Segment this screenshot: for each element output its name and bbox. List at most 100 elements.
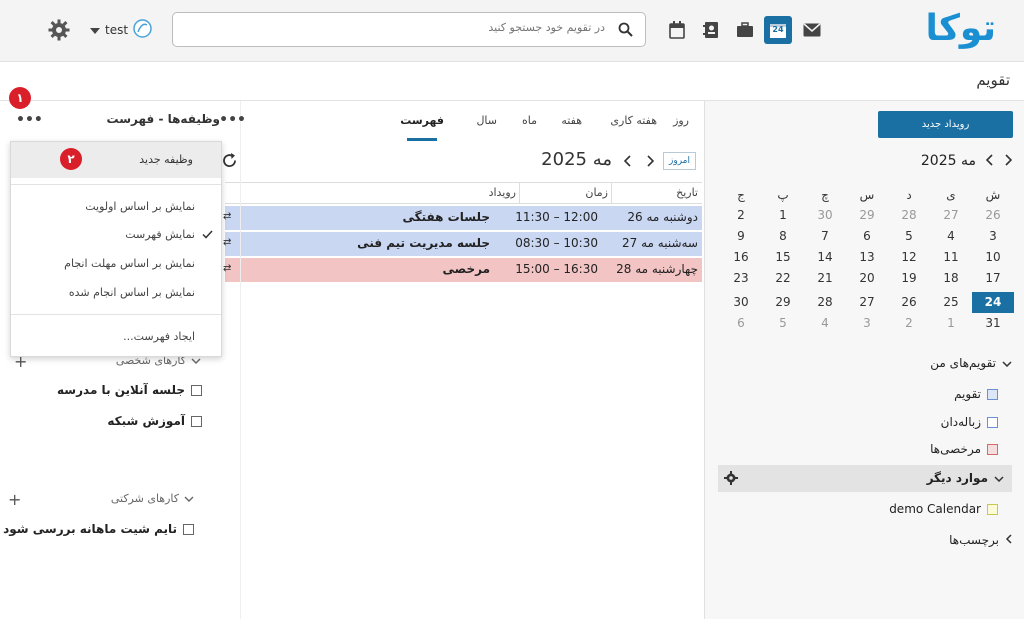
- day-cell[interactable]: 15: [762, 247, 804, 268]
- day-cell[interactable]: 12: [888, 247, 930, 268]
- next-period-icon[interactable]: [623, 155, 632, 170]
- search-input[interactable]: [185, 21, 605, 34]
- event-row[interactable]: سه‌شنبه مه 27 08:30 – 10:30 جلسه مدیریت …: [225, 232, 702, 256]
- briefcase-icon[interactable]: [731, 16, 759, 44]
- day-cell[interactable]: 16: [720, 247, 762, 268]
- tags-header[interactable]: برچسب‌ها: [949, 533, 1012, 547]
- my-calendars-header[interactable]: تقویم‌های من: [930, 356, 1012, 370]
- day-cell[interactable]: 5: [762, 313, 804, 334]
- task-item[interactable]: آموزش شبکه: [107, 414, 202, 428]
- gear-icon[interactable]: [724, 471, 738, 488]
- contacts-icon[interactable]: [697, 16, 725, 44]
- day-cell[interactable]: 14: [804, 247, 846, 268]
- day-cell[interactable]: 3: [846, 313, 888, 334]
- day-cell[interactable]: 30: [720, 292, 762, 313]
- day-cell[interactable]: 1: [762, 205, 804, 226]
- calendar-checkbox[interactable]: [987, 503, 998, 515]
- next-month-icon[interactable]: [985, 153, 994, 169]
- menu-item-show-list[interactable]: نمایش فهرست: [125, 228, 195, 241]
- other-calendars-header[interactable]: موارد دیگر: [718, 465, 1012, 492]
- day-cell[interactable]: 3: [972, 226, 1014, 247]
- day-cell[interactable]: 29: [846, 205, 888, 226]
- day-cell[interactable]: 25: [930, 292, 972, 313]
- day-cell[interactable]: 22: [762, 268, 804, 289]
- calendar-item[interactable]: تقویم: [954, 387, 998, 401]
- company-tasks-header[interactable]: کارهای شرکتی: [111, 492, 194, 505]
- task-checkbox[interactable]: [183, 523, 194, 535]
- day-cell[interactable]: 10: [972, 247, 1014, 268]
- tab-workweek[interactable]: هفته کاری: [610, 114, 657, 127]
- gear-icon[interactable]: [48, 19, 70, 44]
- day-cell[interactable]: 26: [888, 292, 930, 313]
- more-icon[interactable]: •••: [219, 112, 246, 128]
- day-cell[interactable]: 21: [804, 268, 846, 289]
- menu-item-create-list[interactable]: ایجاد فهرست...: [123, 330, 195, 343]
- day-cell[interactable]: 23: [720, 268, 762, 289]
- calendar-item[interactable]: زباله‌دان: [941, 415, 998, 429]
- day-cell[interactable]: 27: [930, 205, 972, 226]
- refresh-icon[interactable]: [221, 152, 238, 172]
- calendar-label: مرخصی‌ها: [930, 442, 981, 456]
- day-cell[interactable]: 8: [762, 226, 804, 247]
- day-cell[interactable]: 18: [930, 268, 972, 289]
- task-item[interactable]: تایم شیت ماهانه بررسی شود: [3, 522, 194, 536]
- menu-item-sort-priority[interactable]: نمایش بر اساس اولویت: [85, 200, 195, 213]
- user-menu[interactable]: test: [90, 19, 152, 41]
- prev-period-icon[interactable]: [646, 155, 655, 170]
- event-row[interactable]: دوشنبه مه 26 11:30 – 12:00 جلسات هفتگی: [225, 206, 702, 230]
- task-checkbox[interactable]: [191, 415, 202, 427]
- day-cell[interactable]: 1: [930, 313, 972, 334]
- menu-item-sort-done[interactable]: نمایش بر اساس انجام شده: [69, 286, 195, 299]
- search-icon[interactable]: [618, 22, 633, 40]
- calendar-app-icon[interactable]: 24: [764, 16, 792, 44]
- mail-icon[interactable]: [798, 16, 826, 44]
- menu-item-sort-due[interactable]: نمایش بر اساس مهلت انجام: [64, 257, 195, 270]
- new-event-button[interactable]: رویداد جدید: [878, 111, 1013, 138]
- day-cell[interactable]: 20: [846, 268, 888, 289]
- day-cell[interactable]: 29: [762, 292, 804, 313]
- today-button[interactable]: امروز: [663, 152, 696, 170]
- calendar-checkbox[interactable]: [987, 443, 998, 455]
- day-cell[interactable]: 26: [972, 205, 1014, 226]
- day-cell[interactable]: 4: [804, 313, 846, 334]
- add-icon[interactable]: +: [8, 490, 21, 509]
- day-cell[interactable]: 4: [930, 226, 972, 247]
- day-cell[interactable]: 2: [888, 313, 930, 334]
- calendar-checkbox[interactable]: [987, 388, 998, 400]
- calendar-icon[interactable]: [663, 16, 691, 44]
- day-cell[interactable]: 28: [888, 205, 930, 226]
- day-cell[interactable]: 30: [804, 205, 846, 226]
- week-row: 31 1 2 3 4 5 6: [718, 313, 1014, 334]
- day-cell[interactable]: 11: [930, 247, 972, 268]
- day-cell[interactable]: 7: [804, 226, 846, 247]
- calendar-checkbox[interactable]: [987, 416, 998, 428]
- tab-month[interactable]: ماه: [522, 114, 537, 127]
- more-icon[interactable]: •••: [16, 112, 43, 128]
- menu-item-new-task[interactable]: وظیفه جدید: [11, 142, 221, 178]
- search-box[interactable]: [172, 12, 646, 47]
- calendar-item[interactable]: demo Calendar: [889, 502, 998, 516]
- tab-week[interactable]: هفته: [561, 114, 582, 127]
- day-cell[interactable]: 5: [888, 226, 930, 247]
- task-checkbox[interactable]: [191, 384, 202, 396]
- today-cell[interactable]: 24: [972, 292, 1014, 313]
- task-item[interactable]: جلسه آنلاین با مدرسه: [57, 383, 202, 397]
- tab-day[interactable]: روز: [673, 114, 689, 127]
- brand-logo[interactable]: توکا: [925, 8, 997, 49]
- day-cell[interactable]: 28: [804, 292, 846, 313]
- day-cell[interactable]: 31: [972, 313, 1014, 334]
- tab-year[interactable]: سال: [476, 114, 497, 127]
- day-cell[interactable]: 6: [846, 226, 888, 247]
- day-cell[interactable]: 19: [888, 268, 930, 289]
- day-cell[interactable]: 9: [720, 226, 762, 247]
- prev-month-icon[interactable]: [1004, 153, 1013, 169]
- event-row[interactable]: چهارشنبه مه 28 15:00 – 16:30 مرخصی: [225, 258, 702, 282]
- day-cell[interactable]: 13: [846, 247, 888, 268]
- day-cell[interactable]: 17: [972, 268, 1014, 289]
- day-cell[interactable]: 2: [720, 205, 762, 226]
- day-cell[interactable]: 27: [846, 292, 888, 313]
- calendar-item[interactable]: مرخصی‌ها: [930, 442, 998, 456]
- chevron-down-icon: [90, 23, 100, 37]
- tab-list[interactable]: فهرست: [400, 114, 444, 127]
- day-cell[interactable]: 6: [720, 313, 762, 334]
